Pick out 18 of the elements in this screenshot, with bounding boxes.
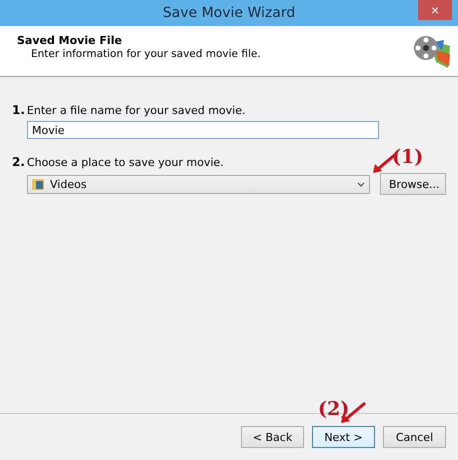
dropdown-value: Videos xyxy=(50,178,87,190)
step-label: Choose a place to save your movie. xyxy=(26,156,224,169)
step-number: 2. xyxy=(12,155,25,169)
next-button[interactable]: Next > xyxy=(312,426,375,448)
header-title: Saved Movie File xyxy=(17,34,123,47)
step-number: 1. xyxy=(12,103,25,117)
browse-button[interactable]: Browse... xyxy=(380,173,446,195)
step-label: Enter a file name for your saved movie. xyxy=(26,104,246,117)
annotation-label: (2) xyxy=(318,398,350,420)
location-dropdown[interactable]: Videos xyxy=(27,174,370,194)
file-name-field[interactable]: Movie xyxy=(27,121,379,139)
folder-icon xyxy=(32,178,45,190)
back-button[interactable]: < Back xyxy=(241,426,304,448)
window-title: Save Movie Wizard xyxy=(162,5,296,21)
header-subtitle: Enter information for your saved movie file. xyxy=(30,48,261,60)
close-button[interactable]: × xyxy=(418,0,452,20)
chevron-icon xyxy=(357,182,365,186)
cancel-button[interactable]: Cancel xyxy=(383,426,446,448)
